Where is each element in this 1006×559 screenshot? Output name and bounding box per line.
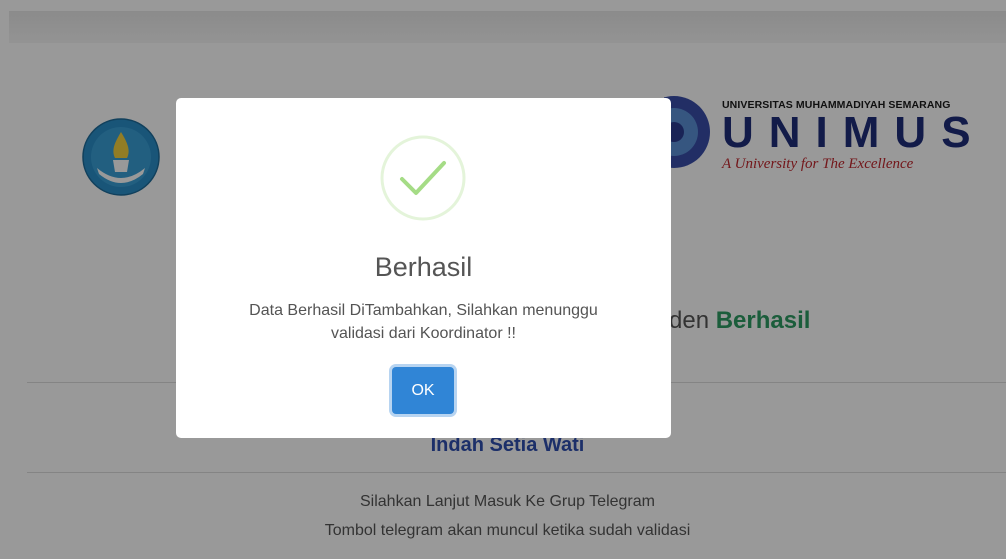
dialog-message: Data Berhasil DiTambahkan, Silahkan menu…: [249, 302, 598, 342]
dialog-title: Berhasil: [374, 252, 473, 282]
success-dialog: Berhasil Data Berhasil DiTambahkan, Sila…: [176, 98, 671, 438]
ok-button[interactable]: OK: [392, 367, 454, 414]
check-icon: [380, 135, 466, 221]
